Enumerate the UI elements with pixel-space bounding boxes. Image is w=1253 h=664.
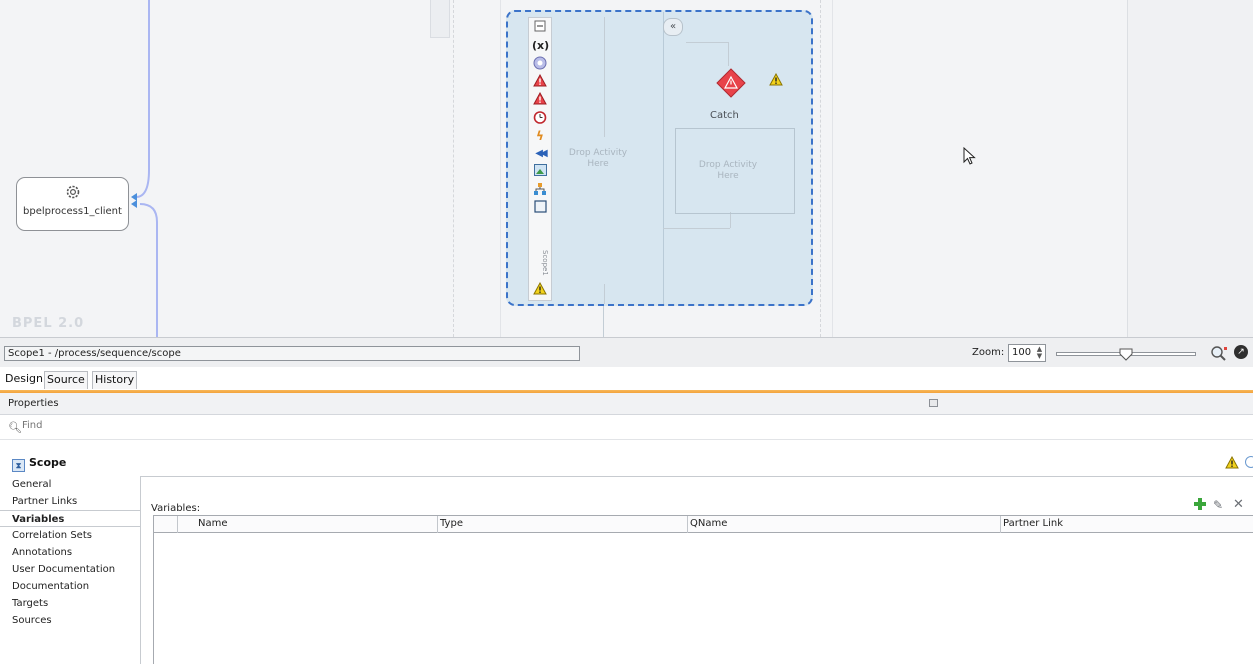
lane-divider: [500, 0, 501, 337]
arrow-in-icon: [131, 193, 137, 201]
flow-line: [604, 17, 605, 137]
properties-header: Properties: [0, 393, 1253, 415]
connector-bottom: [139, 203, 158, 337]
nav-item-variables[interactable]: Variables: [0, 510, 140, 527]
add-variable-button[interactable]: [1193, 497, 1207, 511]
column-header-qname[interactable]: QName: [688, 516, 1001, 533]
tree-icon[interactable]: [532, 182, 548, 198]
connector-top: [135, 0, 150, 198]
properties-body: ⧗ Scope General Partner Links Variables C…: [0, 440, 1253, 664]
correlation-icon[interactable]: [532, 56, 548, 72]
nav-item-targets[interactable]: Targets: [0, 595, 140, 612]
drop-activity-zone[interactable]: Drop Activity Here: [691, 160, 765, 182]
zoom-label: Zoom:: [972, 347, 1005, 358]
lane-divider: [832, 0, 833, 337]
bpel-version-label: BPEL 2.0: [12, 316, 85, 331]
column-header-name[interactable]: Name: [178, 516, 438, 533]
scope-divider: [663, 12, 664, 304]
nav-item-correlation-sets[interactable]: Correlation Sets: [0, 527, 140, 544]
lane-divider: [453, 0, 454, 337]
flow-line: [663, 228, 730, 229]
mouse-cursor-icon: [963, 147, 976, 165]
zoom-reset-icon[interactable]: ↗: [1234, 345, 1248, 359]
timer-icon[interactable]: [532, 110, 548, 126]
column-header-type[interactable]: Type: [438, 516, 688, 533]
nav-item-general[interactable]: General: [0, 476, 140, 493]
zoom-fit-icon[interactable]: [1210, 345, 1228, 361]
catch-activity[interactable]: [716, 68, 746, 98]
flow-line: [730, 212, 731, 228]
flow-line: [604, 284, 605, 304]
variables-label: Variables:: [151, 503, 201, 514]
column-header-partner-link[interactable]: Partner Link: [1001, 516, 1253, 533]
properties-nav: General Partner Links Variables Correlat…: [0, 476, 140, 629]
table-header: Name Type QName Partner Link: [154, 516, 1253, 533]
collapse-handlers-button[interactable]: «: [663, 18, 683, 36]
variable-icon[interactable]: (x): [532, 38, 549, 54]
zoom-slider[interactable]: [1056, 348, 1196, 361]
scope-heading-label: Scope: [29, 456, 67, 469]
image-icon[interactable]: [532, 164, 548, 180]
variables-panel: Variables: ✎ ✕ Name Type QName Partner L…: [140, 476, 1253, 664]
partner-link-label: bpelprocess1_client: [23, 206, 122, 217]
drop-activity-zone[interactable]: Drop Activity Here: [566, 148, 630, 170]
warning-icon[interactable]: [532, 281, 548, 298]
scope-icon: ⧗: [12, 459, 25, 472]
scope-toolbar: (x) ϟ ◀◀ Scope1: [528, 17, 552, 301]
gear-icon: [66, 185, 79, 199]
edit-variable-button[interactable]: ✎: [1213, 498, 1223, 512]
zoom-input[interactable]: 100 ▲ ▼: [1008, 344, 1046, 362]
partner-link-node[interactable]: bpelprocess1_client: [16, 177, 129, 231]
connector-lines: [131, 0, 158, 337]
partner-links-panel: [1127, 0, 1253, 337]
zoom-spinner[interactable]: ▲ ▼: [1035, 346, 1044, 360]
find-bar: 🔍︎: [0, 415, 1253, 440]
compensation-icon[interactable]: ◀◀: [532, 146, 548, 162]
warning-icon[interactable]: [769, 72, 783, 89]
collapse-icon[interactable]: [532, 20, 548, 36]
zoom-slider-thumb[interactable]: [1119, 347, 1133, 361]
search-input[interactable]: [8, 420, 408, 431]
variables-table[interactable]: Name Type QName Partner Link: [153, 515, 1253, 664]
lane-divider: [820, 0, 821, 337]
scope-activity[interactable]: (x) ϟ ◀◀ Scope1 Drop Activity Here « Cat…: [506, 10, 813, 306]
nav-item-annotations[interactable]: Annotations: [0, 544, 140, 561]
fault-icon[interactable]: [532, 73, 548, 90]
warning-icon[interactable]: [1225, 455, 1239, 472]
nav-item-documentation[interactable]: Documentation: [0, 578, 140, 595]
partner-link-lane: [430, 0, 450, 38]
page-title: ⧗ Scope: [12, 456, 66, 472]
column-header-marker: [154, 516, 178, 533]
catch-label: Catch: [710, 110, 739, 121]
flow-line: [728, 42, 729, 66]
scope-name-label: Scope1: [541, 250, 549, 276]
catch-icon: [716, 68, 746, 98]
tab-source[interactable]: Source: [44, 371, 88, 389]
status-path-bar: Scope1 - /process/sequence/scope Zoom: 1…: [0, 337, 1253, 367]
catch-all-icon[interactable]: [532, 91, 548, 108]
minimize-icon[interactable]: [929, 399, 938, 407]
tab-design[interactable]: Design: [3, 371, 45, 389]
delete-variable-button[interactable]: ✕: [1233, 497, 1244, 512]
event-icon[interactable]: ϟ: [532, 128, 548, 144]
nav-item-user-documentation[interactable]: User Documentation: [0, 561, 140, 578]
bpel-design-canvas[interactable]: bpelprocess1_client BPEL 2.0 (x) ϟ ◀◀ Sc…: [0, 0, 1253, 337]
zoom-value: 100: [1012, 347, 1032, 358]
tab-history[interactable]: History: [92, 371, 138, 389]
nav-item-partner-links[interactable]: Partner Links: [0, 493, 140, 510]
sequence-line: [603, 306, 604, 337]
arrow-out-icon: [131, 200, 137, 208]
info-icon[interactable]: [1245, 456, 1253, 468]
flow-line: [686, 42, 728, 43]
properties-title: Properties: [8, 398, 59, 409]
breadcrumb: Scope1 - /process/sequence/scope: [4, 346, 580, 361]
nav-item-sources[interactable]: Sources: [0, 612, 140, 629]
document-icon[interactable]: [532, 200, 548, 216]
